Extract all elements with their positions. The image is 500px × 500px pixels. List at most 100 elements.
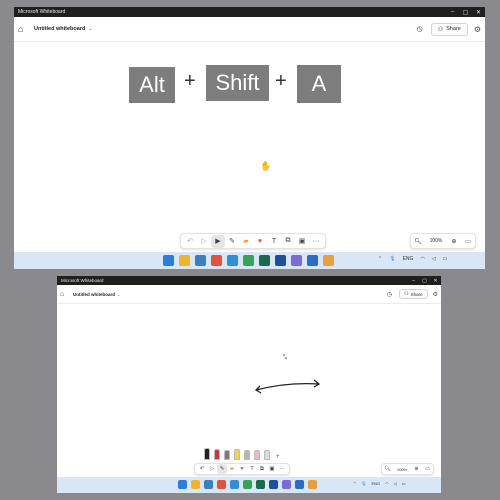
sticky-note-icon[interactable]: ▰ xyxy=(227,464,237,474)
more-icon[interactable]: ··· xyxy=(309,235,323,248)
text-tool-icon[interactable]: T xyxy=(267,235,281,248)
file-explorer-icon[interactable] xyxy=(179,255,190,266)
ink-arrow-stroke xyxy=(255,382,320,391)
zoom-out-icon[interactable]: 🔍︎ xyxy=(382,464,393,475)
spreadsheet-icon[interactable] xyxy=(243,480,252,489)
document-icon[interactable] xyxy=(230,480,239,489)
yellow-highlighter-icon[interactable] xyxy=(234,449,240,460)
templates-icon[interactable]: ▣ xyxy=(295,235,309,248)
maximize-icon[interactable]: ▢ xyxy=(419,276,430,285)
window-title: Microsoft Whiteboard xyxy=(61,278,104,283)
whiteboard-canvas[interactable]: Alt + Shift + A ✋ xyxy=(14,42,485,249)
bottom-toolbar: ↶ ▷ ✎ ▰ ♥ T ⧉ ▣ ··· xyxy=(194,463,290,475)
maximize-icon[interactable]: ▢ xyxy=(459,7,472,17)
spreadsheet-icon[interactable] xyxy=(243,255,254,266)
gray-pen-icon[interactable] xyxy=(224,450,230,460)
shapes-icon[interactable]: ⧉ xyxy=(281,235,295,248)
shapes-icon[interactable]: ⧉ xyxy=(257,464,267,474)
title-bar: Microsoft Whiteboard – ▢ ✕ xyxy=(14,7,485,17)
pink-pen-icon[interactable] xyxy=(254,450,260,460)
history-icon[interactable]: ◷ xyxy=(417,25,423,33)
whiteboard-app-icon[interactable] xyxy=(295,480,304,489)
share-button[interactable]: ⚇ Share xyxy=(430,22,468,36)
doc-name[interactable]: Untitled whiteboard xyxy=(34,26,85,32)
minimize-icon[interactable]: – xyxy=(446,7,459,17)
text-tool-icon[interactable]: T xyxy=(247,464,257,474)
chevron-down-icon[interactable]: ⌄ xyxy=(117,292,120,297)
share-button[interactable]: ⚇ Share xyxy=(399,289,428,299)
light-gray-pen-icon[interactable] xyxy=(244,450,250,460)
mic-icon[interactable]: 🎙︎ xyxy=(389,256,395,262)
language-indicator[interactable]: ENG xyxy=(403,256,414,262)
fit-screen-icon[interactable]: ▭ xyxy=(422,464,433,475)
volume-icon[interactable]: ◁ xyxy=(394,481,397,486)
home-icon[interactable]: ⌂ xyxy=(60,291,70,298)
app-icon[interactable] xyxy=(256,480,265,489)
reaction-icon[interactable]: ♥ xyxy=(253,235,267,248)
gear-icon[interactable]: ⚙ xyxy=(433,291,438,298)
white-pen-icon[interactable] xyxy=(264,450,270,460)
fit-screen-icon[interactable]: ▭ xyxy=(461,234,475,248)
l-app-icon[interactable] xyxy=(269,480,278,489)
title-bar: Microsoft Whiteboard – ▢ ✕ xyxy=(57,276,441,285)
pen-tool-icon[interactable]: ✎ xyxy=(217,464,227,474)
app-icon[interactable] xyxy=(259,255,270,266)
browser-icon[interactable] xyxy=(211,255,222,266)
templates-icon[interactable]: ▣ xyxy=(267,464,277,474)
redo-icon[interactable]: ▷ xyxy=(207,464,217,474)
black-pen-icon[interactable] xyxy=(204,448,210,460)
document-icon[interactable] xyxy=(227,255,238,266)
zoom-level[interactable]: 100% xyxy=(393,464,411,475)
chevron-up-icon[interactable]: ⌃ xyxy=(353,481,356,486)
l-app-icon[interactable] xyxy=(275,255,286,266)
app-icon[interactable] xyxy=(195,255,206,266)
undo-icon[interactable]: ↶ xyxy=(197,464,207,474)
history-icon[interactable]: ◷ xyxy=(387,291,392,298)
more-icon[interactable]: ··· xyxy=(277,464,287,474)
whiteboard-app-icon[interactable] xyxy=(307,255,318,266)
undo-icon[interactable]: ↶ xyxy=(183,235,197,248)
paint-app-icon[interactable] xyxy=(308,480,317,489)
wifi-icon[interactable]: ◠ xyxy=(420,256,424,262)
home-icon[interactable]: ⌂ xyxy=(18,24,30,34)
chevron-down-icon[interactable]: ⌄ xyxy=(88,26,92,32)
browser-icon[interactable] xyxy=(217,480,226,489)
whiteboard-window-top: Microsoft Whiteboard – ▢ ✕ ⌂ Untitled wh… xyxy=(14,7,485,269)
close-icon[interactable]: ✕ xyxy=(430,276,441,285)
zoom-in-icon[interactable]: ⊕ xyxy=(447,234,461,248)
paint-app-icon[interactable] xyxy=(323,255,334,266)
file-explorer-icon[interactable] xyxy=(191,480,200,489)
battery-icon[interactable]: ▭ xyxy=(443,256,448,262)
zoom-level[interactable]: 100% xyxy=(425,234,447,248)
close-icon[interactable]: ✕ xyxy=(472,7,485,17)
reaction-icon[interactable]: ♥ xyxy=(237,464,247,474)
hand-cursor-icon: ✋ xyxy=(260,161,272,171)
red-pen-icon[interactable] xyxy=(214,449,220,460)
gear-icon[interactable]: ⚙ xyxy=(474,25,481,34)
arrow-app-icon[interactable] xyxy=(282,480,291,489)
pen-tool-icon[interactable]: ✎ xyxy=(225,235,239,248)
app-header: ⌂ Untitled whiteboard ⌄ ◷ ⚇ Share ⚙ xyxy=(14,17,485,42)
add-pen-icon[interactable]: + xyxy=(276,454,280,460)
start-icon[interactable] xyxy=(163,255,174,266)
battery-icon[interactable]: ▭ xyxy=(402,481,406,486)
zoom-in-icon[interactable]: ⊕ xyxy=(411,464,422,475)
redo-icon[interactable]: ▷ xyxy=(197,235,211,248)
minimize-icon[interactable]: – xyxy=(408,276,419,285)
arrow-app-icon[interactable] xyxy=(291,255,302,266)
chevron-up-icon[interactable]: ⌃ xyxy=(378,256,382,262)
key-shift: Shift xyxy=(206,65,269,101)
doc-name[interactable]: Untitled whiteboard xyxy=(73,292,115,297)
select-tool-icon[interactable]: ▶ xyxy=(211,234,225,248)
mic-icon[interactable]: 🎙︎ xyxy=(361,481,366,486)
sticky-note-icon[interactable]: ▰ xyxy=(239,235,253,248)
system-tray: ⌃ 🎙︎ ENG ◠ ◁ ▭ xyxy=(353,481,405,486)
zoom-out-icon[interactable]: 🔍︎ xyxy=(411,234,425,248)
key-alt: Alt xyxy=(129,67,175,103)
volume-icon[interactable]: ◁ xyxy=(432,256,436,262)
language-indicator[interactable]: ENG xyxy=(371,481,380,486)
ink-dot xyxy=(285,357,287,359)
wifi-icon[interactable]: ◠ xyxy=(385,481,389,486)
start-icon[interactable] xyxy=(178,480,187,489)
app-icon[interactable] xyxy=(204,480,213,489)
